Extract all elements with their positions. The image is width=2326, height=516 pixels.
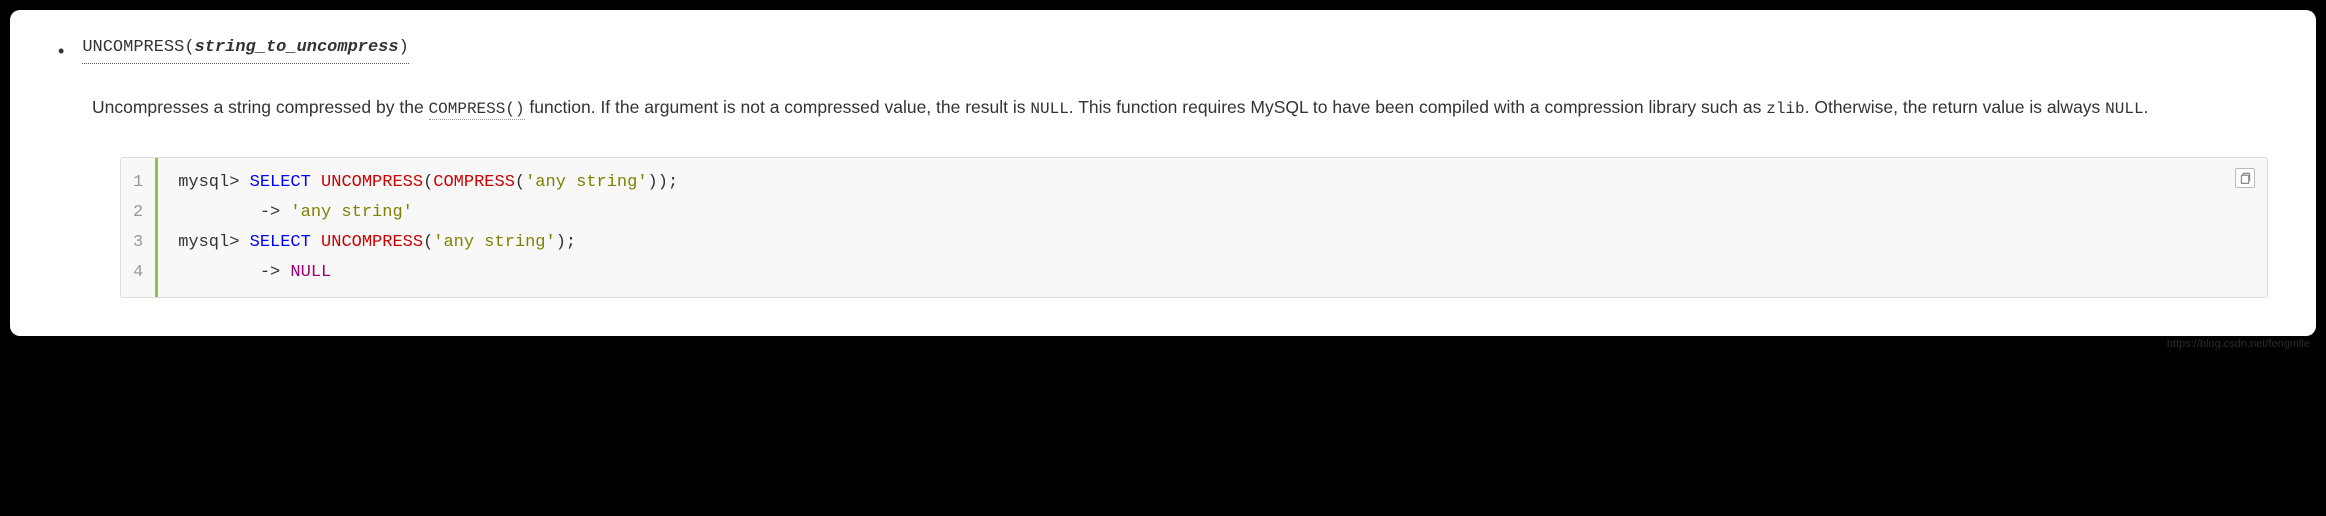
- code-content: mysql> SELECT UNCOMPRESS(COMPRESS('any s…: [158, 158, 2267, 297]
- doc-card: • UNCOMPRESS(string_to_uncompress) Uncom…: [10, 10, 2316, 336]
- function-list-item: • UNCOMPRESS(string_to_uncompress): [58, 38, 2268, 64]
- code-block: 1234 mysql> SELECT UNCOMPRESS(COMPRESS('…: [120, 157, 2268, 298]
- desc-text: . Otherwise, the return value is always: [1805, 97, 2106, 117]
- code-line: mysql> SELECT UNCOMPRESS(COMPRESS('any s…: [178, 168, 2247, 198]
- paren-close: ): [399, 38, 409, 57]
- function-description: Uncompresses a string compressed by the …: [92, 90, 2268, 125]
- copy-icon[interactable]: [2235, 168, 2255, 188]
- watermark-text: https://blog.csdn.net/fengmlle: [10, 336, 2316, 350]
- paren-open: (: [184, 38, 194, 57]
- code-line: mysql> SELECT UNCOMPRESS('any string');: [178, 228, 2247, 258]
- code-token: ->: [178, 203, 290, 222]
- desc-text: Uncompresses a string compressed by the: [92, 97, 429, 117]
- code-token: mysql>: [178, 233, 249, 252]
- inline-code-zlib: zlib: [1766, 100, 1804, 118]
- code-token: 'any string': [525, 173, 647, 192]
- inline-code-null: NULL: [2105, 100, 2143, 118]
- code-token: NULL: [290, 263, 331, 282]
- code-token: 'any string': [290, 203, 412, 222]
- code-token: COMPRESS: [433, 173, 515, 192]
- bullet-icon: •: [58, 38, 64, 64]
- code-token: mysql>: [178, 173, 249, 192]
- desc-text: .: [2144, 97, 2149, 117]
- code-token: ;: [566, 233, 576, 252]
- code-token: (: [515, 173, 525, 192]
- code-line: -> NULL: [178, 258, 2247, 288]
- code-token: (: [423, 173, 433, 192]
- line-number: 1: [133, 168, 143, 198]
- inline-code-null: NULL: [1030, 100, 1068, 118]
- code-token: )): [648, 173, 668, 192]
- code-token: ;: [668, 173, 678, 192]
- code-token: UNCOMPRESS: [321, 173, 423, 192]
- code-line: -> 'any string': [178, 198, 2247, 228]
- code-token: UNCOMPRESS: [321, 233, 423, 252]
- code-token: (: [423, 233, 433, 252]
- desc-text: . This function requires MySQL to have b…: [1069, 97, 1766, 117]
- line-number: 4: [133, 258, 143, 288]
- code-token: SELECT: [250, 233, 321, 252]
- line-number: 3: [133, 228, 143, 258]
- inline-code-compress[interactable]: COMPRESS(): [429, 100, 525, 120]
- line-number: 2: [133, 198, 143, 228]
- code-token: ): [556, 233, 566, 252]
- function-name: UNCOMPRESS: [82, 38, 184, 57]
- code-token: 'any string': [433, 233, 555, 252]
- line-number-gutter: 1234: [121, 158, 158, 297]
- code-token: SELECT: [250, 173, 321, 192]
- code-token: ->: [178, 263, 290, 282]
- function-argument: string_to_uncompress: [195, 38, 399, 57]
- desc-text: function. If the argument is not a compr…: [525, 97, 1031, 117]
- function-signature[interactable]: UNCOMPRESS(string_to_uncompress): [82, 38, 408, 64]
